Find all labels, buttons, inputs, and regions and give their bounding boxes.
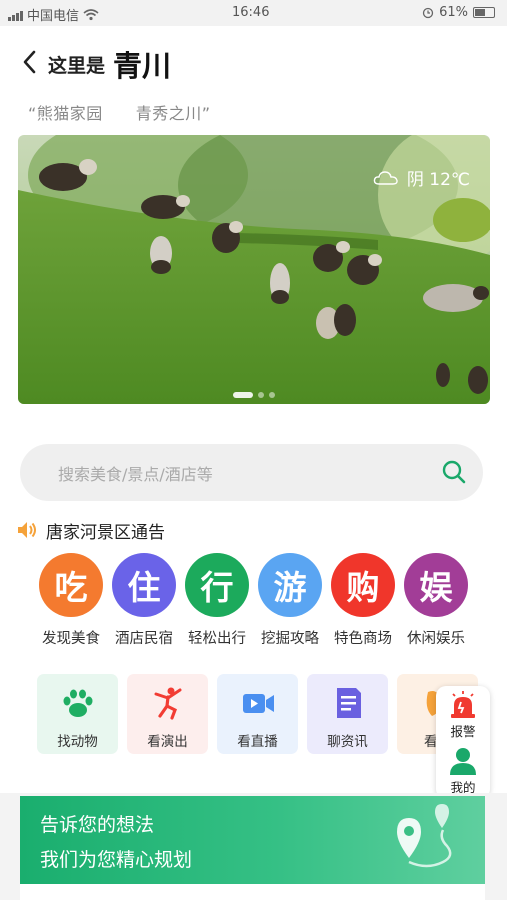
search-icon[interactable] <box>441 459 467 485</box>
card-label: 看演出 <box>147 734 188 750</box>
banner-carousel[interactable]: 阴 12℃ <box>18 135 490 404</box>
weather-widget: 阴 12℃ <box>373 165 470 190</box>
carousel-dot[interactable] <box>233 392 253 398</box>
category-food[interactable]: 吃 发现美食 <box>36 553 106 648</box>
category-label: 特色商场 <box>334 631 392 647</box>
map-route-icon <box>397 804 452 868</box>
document-icon <box>336 688 361 718</box>
alarm-label: 报警 <box>450 724 476 739</box>
title-prefix: 这里是 <box>48 55 106 77</box>
carousel-dot[interactable] <box>258 392 264 398</box>
category-label: 休闲娱乐 <box>407 631 465 647</box>
weather-text: 阴 12℃ <box>406 170 470 190</box>
chevron-left-icon <box>23 50 36 74</box>
category-food-icon: 吃 <box>39 553 103 617</box>
category-shopping[interactable]: 购 特色商场 <box>328 553 398 648</box>
page-header: 这里是 青川 <box>0 40 507 84</box>
signal-icon <box>8 9 23 21</box>
category-shopping-icon: 购 <box>331 553 395 617</box>
category-travel-icon: 行 <box>185 553 249 617</box>
alarm-clock-icon <box>422 7 434 18</box>
status-right: 61% <box>422 5 495 20</box>
carousel-dots <box>233 392 275 398</box>
back-button[interactable] <box>18 48 42 76</box>
card-find-animals[interactable]: 找动物 <box>37 674 118 754</box>
feedback-line2: 我们为您精心规划 <box>40 849 193 871</box>
page-subtitle: “熊猫家园 青秀之川” <box>28 104 211 123</box>
bottom-card <box>20 884 485 900</box>
cloud-icon <box>373 170 398 185</box>
alarm-siren-icon <box>451 691 475 718</box>
floating-panel: 报警 我的 <box>436 686 490 799</box>
notice-text: 唐家河景区通告 <box>46 522 165 543</box>
category-label: 酒店民宿 <box>115 631 173 647</box>
category-hotel-icon: 住 <box>112 553 176 617</box>
search-input[interactable]: 搜索美食/景点/酒店等 <box>58 461 213 485</box>
video-camera-icon <box>242 694 274 713</box>
card-shows[interactable]: 看演出 <box>127 674 208 754</box>
battery-percent: 61% <box>439 5 468 20</box>
carousel-dot[interactable] <box>269 392 275 398</box>
user-icon <box>450 748 476 775</box>
feedback-line1: 告诉您的想法 <box>40 814 155 836</box>
status-time: 16:46 <box>232 5 270 20</box>
page-title: 青川 <box>113 49 172 83</box>
category-label: 轻松出行 <box>188 631 246 647</box>
category-entertainment[interactable]: 娱 休闲娱乐 <box>401 553 471 648</box>
alarm-button[interactable]: 报警 <box>436 690 490 740</box>
card-label: 聊资讯 <box>327 734 368 750</box>
category-tour-icon: 游 <box>258 553 322 617</box>
category-hotel[interactable]: 住 酒店民宿 <box>109 553 179 648</box>
status-left: 中国电信 <box>8 5 99 24</box>
category-tour[interactable]: 游 挖掘攻略 <box>255 553 325 648</box>
search-bar[interactable]: 搜索美食/景点/酒店等 <box>20 444 483 501</box>
notice-bar[interactable]: 唐家河景区通告 <box>16 517 165 543</box>
carrier-label: 中国电信 <box>27 9 80 24</box>
status-bar: 中国电信 16:46 61% <box>0 0 507 26</box>
card-live[interactable]: 看直播 <box>217 674 298 754</box>
paw-icon <box>63 689 92 717</box>
feedback-banner[interactable]: 告诉您的想法 我们为您精心规划 <box>20 796 485 884</box>
category-label: 挖掘攻略 <box>261 631 319 647</box>
battery-icon <box>473 7 495 18</box>
wifi-icon <box>83 8 99 20</box>
category-entertainment-icon: 娱 <box>404 553 468 617</box>
category-label: 发现美食 <box>42 631 100 647</box>
card-label: 看直播 <box>237 734 278 750</box>
speaker-icon <box>18 522 36 538</box>
card-news[interactable]: 聊资讯 <box>307 674 388 754</box>
profile-button[interactable]: 我的 <box>436 746 490 796</box>
category-grid: 吃 发现美食 住 酒店民宿 行 轻松出行 游 挖掘攻略 购 特色商场 娱 休闲娱… <box>36 553 476 653</box>
category-travel[interactable]: 行 轻松出行 <box>182 553 252 648</box>
dancer-icon <box>154 687 181 720</box>
card-label: 找动物 <box>57 734 98 750</box>
